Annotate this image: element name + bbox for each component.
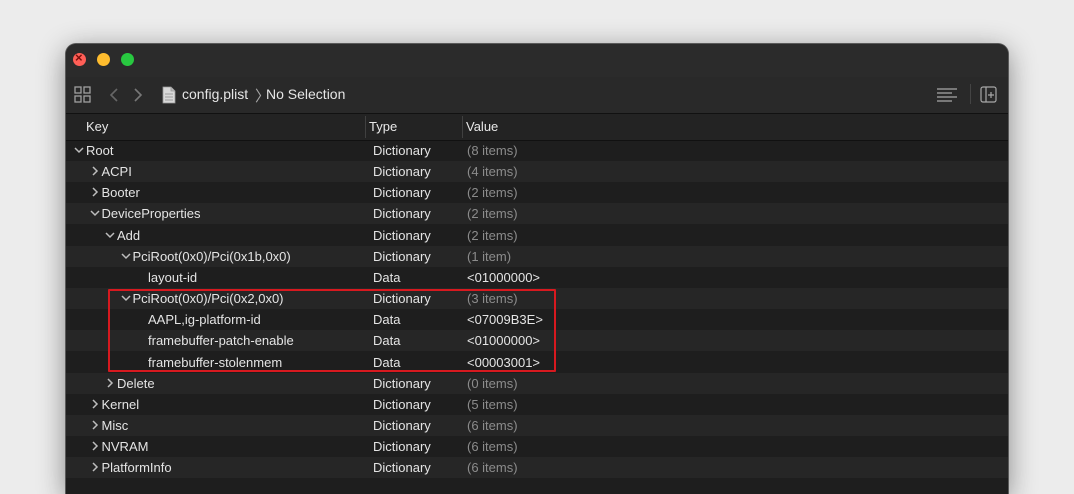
breadcrumb-file[interactable]: config.plist bbox=[182, 86, 248, 102]
chevron-right-icon[interactable] bbox=[89, 419, 101, 431]
row-key[interactable]: Kernel bbox=[102, 397, 140, 412]
row-key[interactable]: NVRAM bbox=[102, 439, 149, 454]
highlight-box bbox=[108, 289, 556, 372]
table-row[interactable]: Booter Dictionary (2 items) bbox=[66, 182, 1008, 203]
table-row[interactable]: PciRoot(0x0)/Pci(0x1b,0x0) Dictionary (1 i… bbox=[66, 245, 1008, 267]
close-window-button[interactable] bbox=[73, 50, 86, 66]
row-value[interactable]: (5 items) bbox=[467, 397, 518, 412]
row-value[interactable]: (2 items) bbox=[467, 206, 518, 221]
table-row[interactable]: NVRAM Dictionary (6 items) bbox=[66, 436, 1008, 457]
table-row[interactable]: ACPI Dictionary (4 items) bbox=[66, 161, 1008, 183]
breadcrumb-selection[interactable]: No Selection bbox=[266, 86, 345, 102]
table-row[interactable]: Delete Dictionary (0 items) bbox=[66, 372, 1008, 394]
row-type[interactable]: Dictionary bbox=[373, 418, 431, 433]
table-row[interactable]: layout-id Data <01000000> bbox=[66, 267, 1008, 288]
chevron-right-icon[interactable] bbox=[104, 377, 116, 389]
maximize-window-button[interactable] bbox=[121, 53, 134, 66]
chevron-right-icon[interactable] bbox=[89, 461, 101, 473]
back-chevron-icon[interactable] bbox=[107, 86, 121, 104]
row-value[interactable]: (4 items) bbox=[467, 164, 518, 179]
row-key[interactable]: PciRoot(0x0)/Pci(0x1b,0x0) bbox=[133, 249, 291, 264]
row-type[interactable]: Dictionary bbox=[373, 249, 431, 264]
minimize-window-button[interactable] bbox=[97, 53, 110, 66]
row-key[interactable]: PlatformInfo bbox=[102, 460, 172, 475]
row-type[interactable]: Data bbox=[373, 270, 400, 285]
chevron-down-icon[interactable] bbox=[89, 207, 101, 219]
chevron-right-icon[interactable] bbox=[89, 165, 101, 177]
column-type[interactable]: Type bbox=[369, 119, 397, 134]
row-type[interactable]: Dictionary bbox=[373, 143, 431, 158]
row-key[interactable]: DeviceProperties bbox=[102, 206, 201, 221]
plist-editor-window: config.plist 〉 No Selection Key Type Val… bbox=[66, 44, 1008, 494]
column-divider[interactable] bbox=[462, 116, 463, 138]
chevron-down-icon[interactable] bbox=[104, 229, 116, 241]
column-header: Key Type Value bbox=[66, 114, 1008, 141]
table-row[interactable]: Add Dictionary (2 items) bbox=[66, 225, 1008, 246]
grid-icon[interactable] bbox=[73, 85, 91, 103]
row-value[interactable]: (6 items) bbox=[467, 418, 518, 433]
title-bar bbox=[66, 44, 1008, 77]
row-value[interactable]: (2 items) bbox=[467, 185, 518, 200]
row-type[interactable]: Dictionary bbox=[373, 460, 431, 475]
table-row[interactable]: PlatformInfo Dictionary (6 items) bbox=[66, 457, 1008, 479]
chevron-down-icon[interactable] bbox=[120, 250, 132, 262]
row-type[interactable]: Dictionary bbox=[373, 228, 431, 243]
forward-chevron-icon[interactable] bbox=[131, 86, 145, 104]
chevron-right-icon[interactable] bbox=[89, 186, 101, 198]
chevron-down-icon[interactable] bbox=[73, 144, 85, 156]
row-key[interactable]: Delete bbox=[117, 376, 155, 391]
column-key[interactable]: Key bbox=[86, 119, 108, 134]
row-key[interactable]: Root bbox=[86, 143, 113, 158]
row-type[interactable]: Dictionary bbox=[373, 397, 431, 412]
row-value[interactable]: (8 items) bbox=[467, 143, 518, 158]
column-value[interactable]: Value bbox=[466, 119, 498, 134]
row-type[interactable]: Dictionary bbox=[373, 164, 431, 179]
table-row[interactable]: DeviceProperties Dictionary (2 items) bbox=[66, 203, 1008, 225]
row-value[interactable]: (0 items) bbox=[467, 376, 518, 391]
table-row[interactable]: Kernel Dictionary (5 items) bbox=[66, 394, 1008, 415]
add-inspector-icon[interactable] bbox=[979, 85, 997, 103]
row-value[interactable]: (1 item) bbox=[467, 249, 511, 264]
row-type[interactable]: Dictionary bbox=[373, 439, 431, 454]
toolbar: config.plist 〉 No Selection bbox=[66, 77, 1008, 114]
row-value[interactable]: (6 items) bbox=[467, 439, 518, 454]
row-type[interactable]: Dictionary bbox=[373, 376, 431, 391]
row-value[interactable]: (6 items) bbox=[467, 460, 518, 475]
row-type[interactable]: Dictionary bbox=[373, 206, 431, 221]
row-key[interactable]: Booter bbox=[102, 185, 140, 200]
row-key[interactable]: Misc bbox=[102, 418, 129, 433]
table-row[interactable]: Root Dictionary (8 items) bbox=[66, 140, 1008, 161]
chevron-right-icon[interactable] bbox=[89, 440, 101, 452]
row-value[interactable]: (2 items) bbox=[467, 228, 518, 243]
chevron-right-icon[interactable] bbox=[89, 398, 101, 410]
column-divider[interactable] bbox=[365, 116, 366, 138]
row-key[interactable]: Add bbox=[117, 228, 140, 243]
row-key[interactable]: ACPI bbox=[102, 164, 132, 179]
row-key[interactable]: layout-id bbox=[148, 270, 197, 285]
toolbar-divider bbox=[970, 84, 971, 104]
table-row[interactable]: Misc Dictionary (6 items) bbox=[66, 414, 1008, 436]
list-lines-icon[interactable] bbox=[936, 86, 958, 103]
row-value[interactable]: <01000000> bbox=[467, 270, 540, 285]
row-type[interactable]: Dictionary bbox=[373, 185, 431, 200]
document-icon bbox=[161, 85, 177, 104]
